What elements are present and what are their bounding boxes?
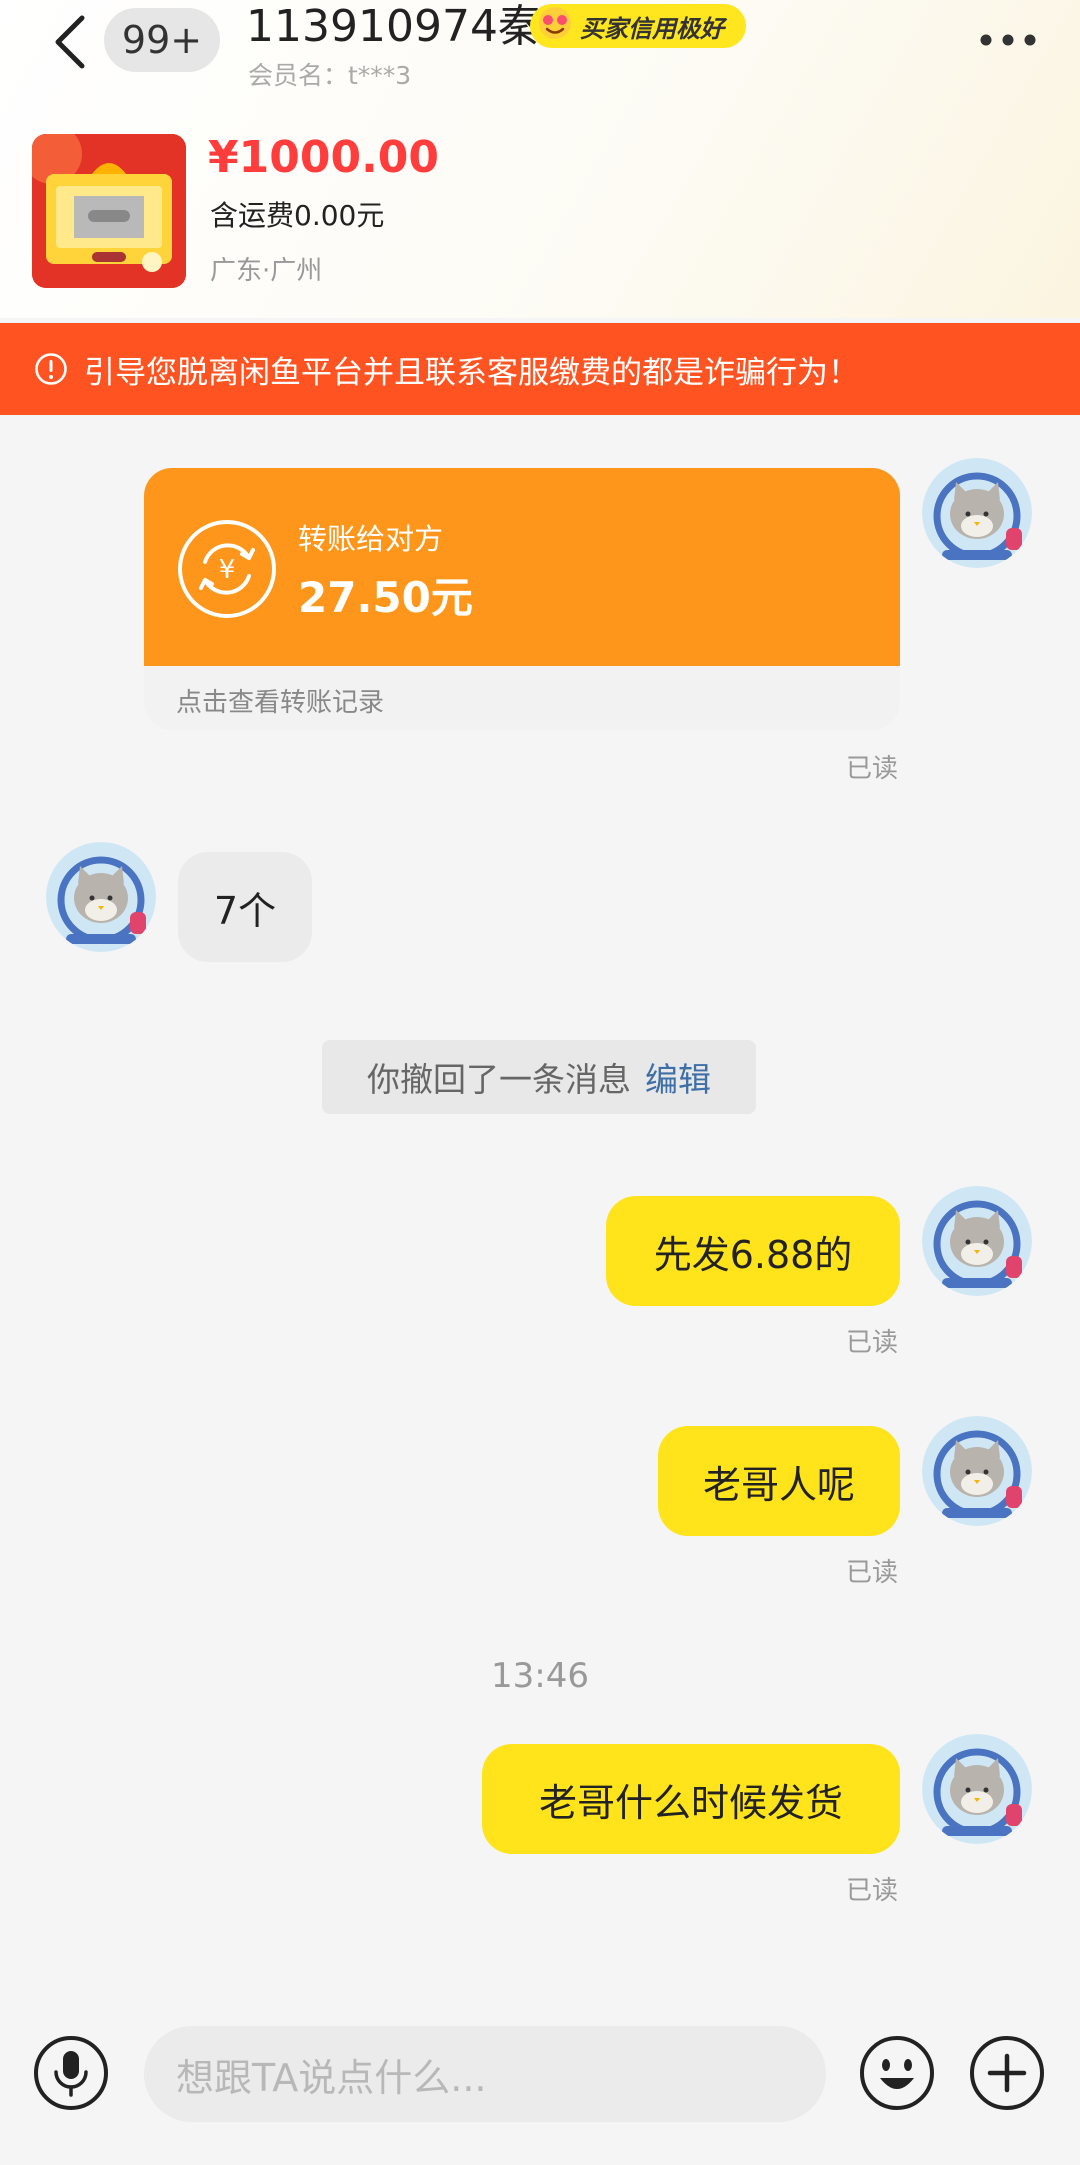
avatar[interactable] bbox=[922, 1186, 1032, 1296]
avatar[interactable] bbox=[46, 842, 156, 952]
warning-circle-icon bbox=[35, 353, 67, 385]
fraud-warning-banner: 引导您脱离闲鱼平台并且联系客服缴费的都是诈骗行为！ bbox=[0, 323, 1080, 415]
avatar[interactable] bbox=[922, 458, 1032, 568]
recall-notice: 你撤回了一条消息 编辑 bbox=[322, 1040, 756, 1114]
item-location: 广东·广州 bbox=[210, 256, 323, 286]
transfer-record-link[interactable]: 点击查看转账记录 bbox=[176, 682, 384, 719]
plus-icon[interactable] bbox=[968, 2034, 1046, 2112]
back-arrow-icon[interactable] bbox=[48, 12, 92, 72]
member-name: 会员名：t***3 bbox=[248, 61, 412, 90]
unread-count-badge[interactable]: 99+ bbox=[104, 8, 220, 72]
fraud-warning-text: 引导您脱离闲鱼平台并且联系客服缴费的都是诈骗行为！ bbox=[84, 354, 859, 391]
read-status: 已读 bbox=[846, 1328, 899, 1358]
emoji-icon[interactable] bbox=[858, 2034, 936, 2112]
gift-box-image bbox=[32, 134, 186, 288]
outgoing-message-bubble[interactable]: 老哥人呢 bbox=[658, 1426, 900, 1536]
avatar[interactable] bbox=[922, 1734, 1032, 1844]
shipping-fee: 含运费0.00元 bbox=[210, 199, 385, 232]
message-timestamp: 13:46 bbox=[491, 1656, 589, 1696]
item-price: ¥1000.00 bbox=[208, 132, 440, 183]
microphone-icon[interactable] bbox=[32, 2034, 110, 2112]
read-status: 已读 bbox=[846, 1876, 899, 1906]
read-status: 已读 bbox=[846, 754, 899, 784]
svg-text:¥: ¥ bbox=[219, 555, 236, 585]
yuan-transfer-icon: ¥ bbox=[178, 520, 276, 618]
transfer-card[interactable]: ¥ 转账给对方 27.50元 点击查看转账记录 bbox=[144, 468, 900, 730]
more-dots-icon[interactable] bbox=[976, 26, 1040, 54]
recall-notice-text: 你撤回了一条消息 bbox=[367, 1060, 631, 1099]
credit-badge-label: 买家信用极好 bbox=[580, 14, 724, 43]
incoming-message-bubble[interactable]: 7个 bbox=[178, 852, 312, 962]
transfer-label: 转账给对方 bbox=[298, 522, 444, 556]
smiling-face-icon bbox=[539, 7, 571, 39]
item-thumbnail[interactable] bbox=[32, 134, 186, 288]
edit-recalled-link[interactable]: 编辑 bbox=[645, 1053, 711, 1101]
transfer-amount: 27.50元 bbox=[298, 573, 473, 622]
avatar[interactable] bbox=[922, 1416, 1032, 1526]
chat-title: 113910974秦 bbox=[246, 1, 542, 52]
read-status: 已读 bbox=[846, 1558, 899, 1588]
outgoing-message-bubble[interactable]: 老哥什么时候发货 bbox=[482, 1744, 900, 1854]
outgoing-message-bubble[interactable]: 先发6.88的 bbox=[606, 1196, 900, 1306]
message-input[interactable]: 想跟TA说点什么... bbox=[144, 2026, 826, 2122]
message-input-placeholder: 想跟TA说点什么... bbox=[176, 2055, 487, 2100]
